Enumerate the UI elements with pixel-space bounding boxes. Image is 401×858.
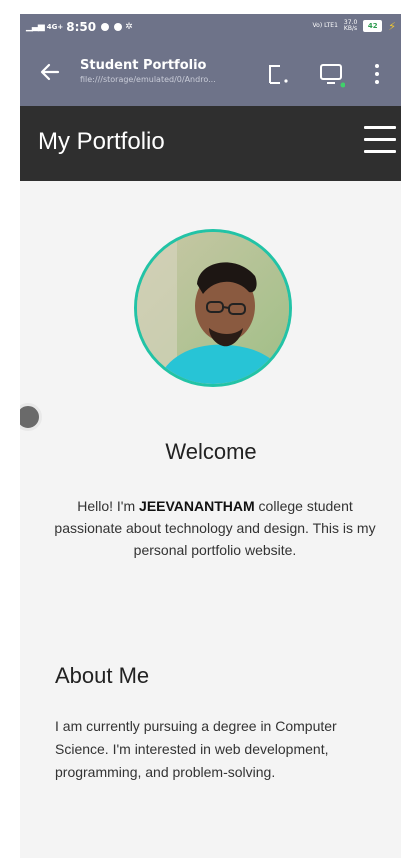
battery-icon: 42 bbox=[363, 20, 383, 32]
page-url: file:///storage/emulated/0/Andro... bbox=[80, 75, 216, 84]
network-speed: 37.0 KB/s bbox=[343, 19, 358, 32]
site-title[interactable]: My Portfolio bbox=[38, 128, 165, 156]
overflow-menu-icon[interactable] bbox=[372, 62, 382, 86]
site-header: My Portfolio bbox=[20, 106, 401, 181]
browser-chrome: ▁▃▅ 4G+ 8:50 ✲ Vo) LTE1 37.0 KB/s 42 ⚡ S… bbox=[20, 14, 401, 106]
charging-icon: ⚡ bbox=[388, 19, 396, 33]
profile-avatar bbox=[134, 229, 292, 387]
phone-screen: ▁▃▅ 4G+ 8:50 ✲ Vo) LTE1 37.0 KB/s 42 ⚡ S… bbox=[20, 14, 401, 858]
signal-icon: ▁▃▅ bbox=[26, 22, 45, 32]
status-left: ▁▃▅ 4G+ 8:50 ✲ bbox=[26, 20, 133, 34]
floating-bubble-icon[interactable] bbox=[20, 403, 42, 431]
about-heading: About Me bbox=[55, 663, 150, 688]
notification-icon bbox=[101, 23, 110, 31]
intro-text: Hello! I'm JEEVANANTHAM college student … bbox=[54, 498, 376, 558]
share-icon[interactable] bbox=[266, 62, 290, 86]
page-tab-title: Student Portfolio bbox=[80, 58, 207, 73]
status-bar: ▁▃▅ 4G+ 8:50 ✲ Vo) LTE1 37.0 KB/s 42 ⚡ bbox=[20, 14, 401, 42]
welcome-heading: Welcome bbox=[165, 439, 257, 464]
url-display[interactable]: Student Portfolio file:///storage/emulat… bbox=[80, 58, 260, 84]
about-text: I am currently pursuing a degree in Comp… bbox=[55, 718, 337, 780]
profile-photo bbox=[137, 232, 289, 384]
tabs-icon[interactable] bbox=[317, 60, 345, 88]
status-time: 8:50 bbox=[66, 20, 97, 34]
status-right: Vo) LTE1 37.0 KB/s 42 ⚡ bbox=[313, 20, 396, 32]
student-name: JEEVANANTHAM bbox=[139, 498, 255, 514]
main-content: Welcome Hello! I'm JEEVANANTHAM college … bbox=[20, 181, 401, 858]
bluetooth-icon: ✲ bbox=[125, 22, 133, 32]
back-arrow-icon[interactable] bbox=[36, 58, 64, 86]
network-type: 4G+ bbox=[46, 22, 64, 31]
message-icon bbox=[114, 23, 123, 31]
url-bar: Student Portfolio file:///storage/emulat… bbox=[20, 48, 401, 98]
volte-indicator: Vo) LTE1 bbox=[312, 22, 338, 29]
hamburger-menu-icon[interactable] bbox=[364, 126, 396, 154]
